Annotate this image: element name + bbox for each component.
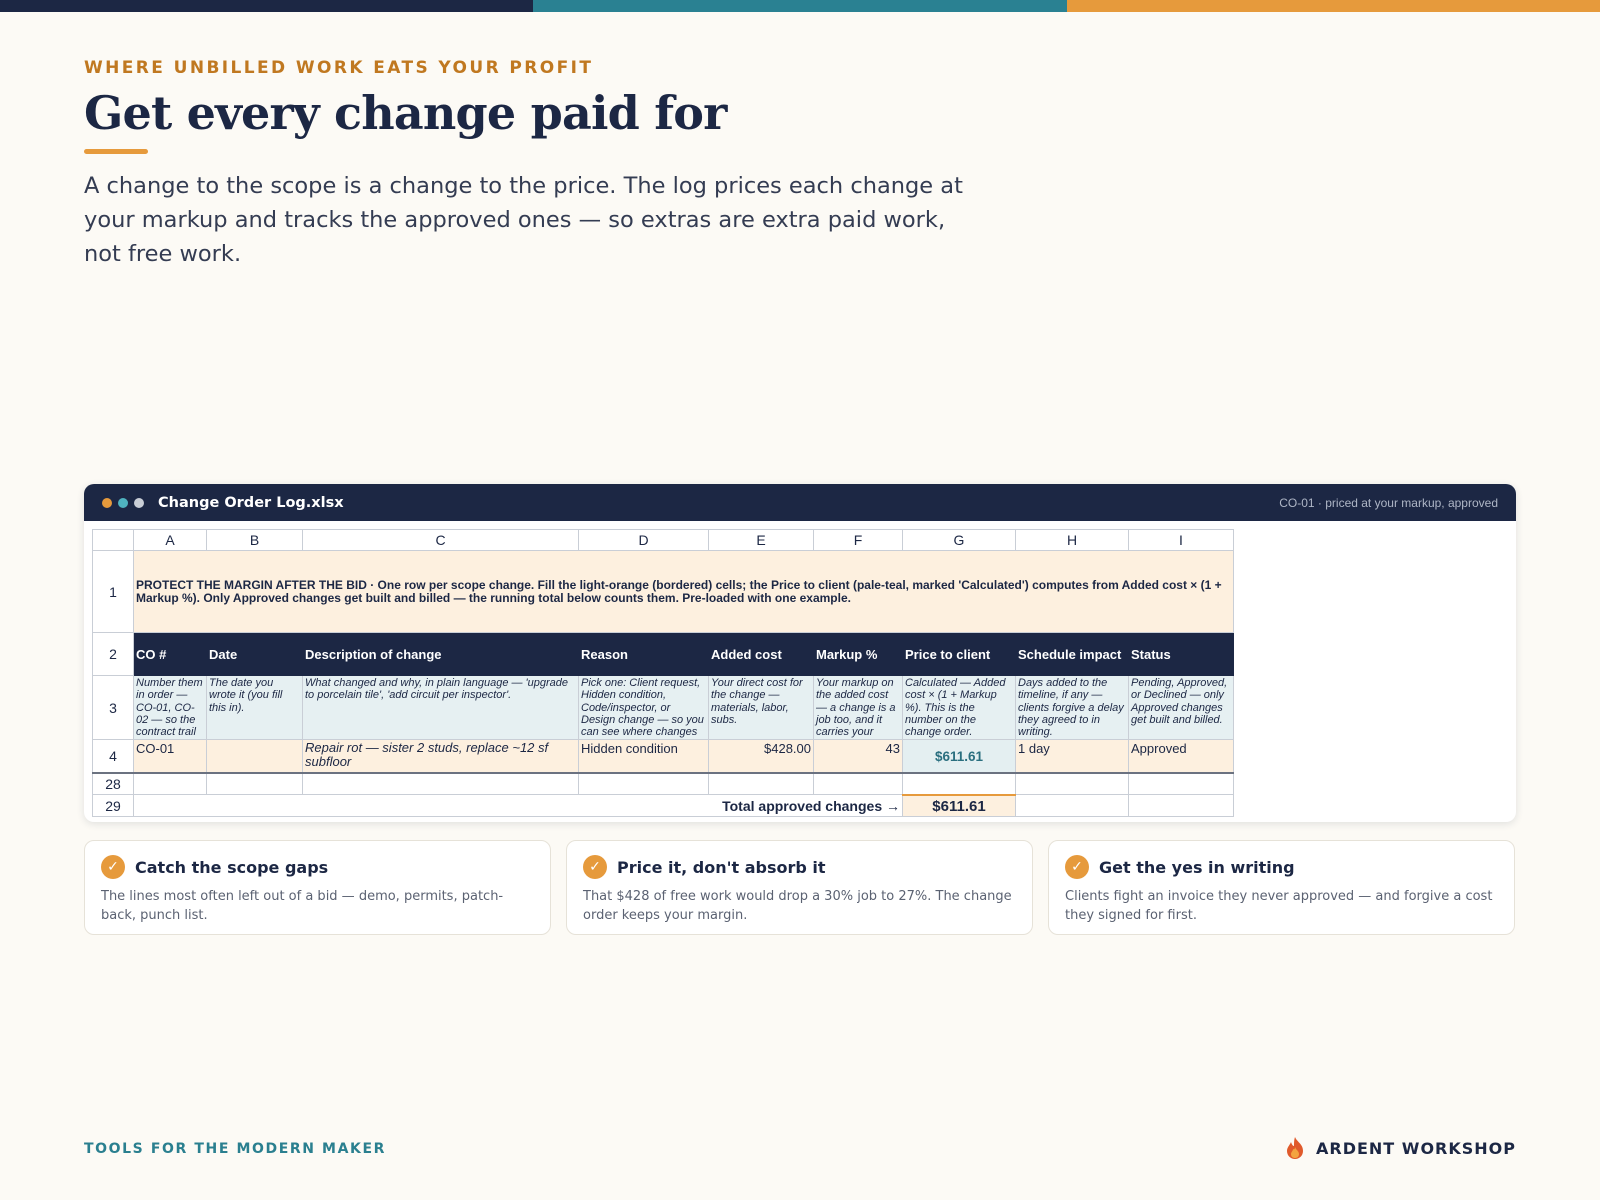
column-header-b[interactable]: B <box>206 529 303 551</box>
flame-logo-icon <box>1287 1137 1303 1159</box>
header-cell-price[interactable]: Price to client <box>902 632 1016 676</box>
header-cell-reason[interactable]: Reason <box>578 632 709 676</box>
header-cell-co-number[interactable]: CO # <box>133 632 207 676</box>
lede-paragraph: A change to the scope is a change to the… <box>84 173 963 267</box>
column-header-c[interactable]: C <box>302 529 579 551</box>
corner-cell[interactable] <box>92 529 134 551</box>
guidance-cell-status[interactable]: Pending, Approved, or Declined — only Ap… <box>1128 674 1234 741</box>
footer-tagline: TOOLS FOR THE MODERN MAKER <box>84 1141 387 1157</box>
cell-markup[interactable]: 43 <box>813 739 903 774</box>
column-header-i[interactable]: I <box>1128 529 1234 551</box>
feature-card-price-it: ✓ Price it, don't absorb it That $428 of… <box>566 840 1033 935</box>
guidance-cell-co-number[interactable]: Number them in order — CO-01, CO-02 — so… <box>133 674 207 741</box>
header-cell-markup[interactable]: Markup % <box>813 632 903 676</box>
guidance-cell-reason[interactable]: Pick one: Client request, Hidden conditi… <box>578 674 709 741</box>
feature-card-scope-gaps: ✓ Catch the scope gaps The lines most of… <box>84 840 551 935</box>
cell-description[interactable]: Repair rot — sister 2 studs, replace ~12… <box>302 739 579 774</box>
sheet-row-2: 2 CO # Date Description of change Reason… <box>92 632 1234 676</box>
guidance-cell-price[interactable]: Calculated — Added cost × (1 + Markup %)… <box>902 674 1016 741</box>
brand-name: ARDENT WORKSHOP <box>1316 1138 1516 1158</box>
sheet-row-28: 28 <box>92 772 1234 796</box>
card-body: Clients fight an invoice they never appr… <box>1065 889 1493 923</box>
empty-cell[interactable] <box>578 772 709 796</box>
change-order-sheet: A B C D E F G H I 1 PROTECT THE MARGIN A… <box>92 529 1234 818</box>
footer-brand: ARDENT WORKSHOP <box>1284 1136 1516 1160</box>
sheet-row-1: 1 PROTECT THE MARGIN AFTER THE BID · One… <box>92 550 1234 633</box>
accent-segment-teal <box>533 0 1067 12</box>
sheet-row-29: 29 Total approved changes → $611.61 <box>92 793 1234 818</box>
checkmark-icon: ✓ <box>583 855 607 879</box>
page-title: Get every change paid for <box>84 86 727 140</box>
title-underline <box>84 149 148 154</box>
header-cell-schedule[interactable]: Schedule impact <box>1015 632 1129 676</box>
row-number[interactable]: 28 <box>92 772 134 796</box>
window-filename: Change Order Log.xlsx <box>158 494 344 511</box>
cell-status[interactable]: Approved <box>1128 739 1234 774</box>
total-approved-value[interactable]: $611.61 <box>902 793 1016 818</box>
window-dot-teal[interactable] <box>118 497 128 508</box>
card-body: That $428 of free work would drop a 30% … <box>583 889 1012 923</box>
cell-price-to-client[interactable]: $611.61 <box>902 739 1016 774</box>
card-title: Get the yes in writing <box>1099 857 1295 877</box>
card-title: Price it, don't absorb it <box>617 857 826 877</box>
window-dot-orange[interactable] <box>102 497 112 508</box>
column-header-d[interactable]: D <box>578 529 709 551</box>
cell-co-number[interactable]: CO-01 <box>133 739 207 774</box>
empty-cell[interactable] <box>133 772 207 796</box>
column-header-e[interactable]: E <box>708 529 814 551</box>
empty-cell[interactable] <box>1015 794 1129 818</box>
sheet-row-4: 4 CO-01 Repair rot — sister 2 studs, rep… <box>92 739 1234 774</box>
empty-cell[interactable] <box>1015 772 1129 796</box>
eyebrow-label: WHERE UNBILLED WORK EATS YOUR PROFIT <box>84 58 594 78</box>
empty-cell[interactable] <box>206 772 303 796</box>
empty-cell[interactable] <box>302 772 579 796</box>
row-number[interactable]: 1 <box>92 550 134 633</box>
guidance-cell-schedule[interactable]: Days added to the timeline, if any — cli… <box>1015 674 1129 741</box>
column-header-f[interactable]: F <box>813 529 903 551</box>
cell-schedule-impact[interactable]: 1 day <box>1015 739 1129 774</box>
guidance-cell-description[interactable]: What changed and why, in plain language … <box>302 674 579 741</box>
accent-segment-orange <box>1066 0 1600 12</box>
empty-cell[interactable] <box>708 772 814 796</box>
empty-cell[interactable] <box>813 772 903 796</box>
top-accent-bar <box>0 0 1600 12</box>
guidance-cell-added-cost[interactable]: Your direct cost for the change — materi… <box>708 674 814 741</box>
spreadsheet-window: Change Order Log.xlsx CO-01 · priced at … <box>84 484 1516 822</box>
checkmark-icon: ✓ <box>1065 855 1089 879</box>
instructions-note-cell[interactable]: PROTECT THE MARGIN AFTER THE BID · One r… <box>133 550 1234 633</box>
card-body: The lines most often left out of a bid —… <box>101 889 504 923</box>
checkmark-icon: ✓ <box>101 855 125 879</box>
row-number[interactable]: 2 <box>92 632 134 676</box>
row-number[interactable]: 4 <box>92 739 134 774</box>
column-header-g[interactable]: G <box>902 529 1016 551</box>
total-approved-label[interactable]: Total approved changes → <box>133 794 903 818</box>
header-cell-status[interactable]: Status <box>1128 632 1234 676</box>
header-cell-added-cost[interactable]: Added cost <box>708 632 814 676</box>
row-number[interactable]: 3 <box>92 674 134 741</box>
window-dot-grey[interactable] <box>134 497 144 508</box>
sheet-row-3: 3 Number them in order — CO-01, CO-02 — … <box>92 674 1234 741</box>
guidance-cell-markup[interactable]: Your markup on the added cost — a change… <box>813 674 903 741</box>
row-number[interactable]: 29 <box>92 794 134 818</box>
empty-cell[interactable] <box>1128 794 1234 818</box>
guidance-cell-date[interactable]: The date you wrote it (you fill this in)… <box>206 674 303 741</box>
column-header-a[interactable]: A <box>133 529 207 551</box>
column-header-h[interactable]: H <box>1015 529 1129 551</box>
column-header-row: A B C D E F G H I <box>92 529 1234 551</box>
window-status: CO-01 · priced at your markup, approved <box>1279 495 1498 510</box>
feature-card-yes-in-writing: ✓ Get the yes in writing Clients fight a… <box>1048 840 1515 935</box>
header-cell-date[interactable]: Date <box>206 632 303 676</box>
card-title: Catch the scope gaps <box>135 857 329 877</box>
window-titlebar: Change Order Log.xlsx CO-01 · priced at … <box>84 484 1516 521</box>
header-cell-description[interactable]: Description of change <box>302 632 579 676</box>
empty-cell[interactable] <box>1128 772 1234 796</box>
accent-segment-navy <box>0 0 534 12</box>
cell-reason[interactable]: Hidden condition <box>578 739 709 774</box>
cell-added-cost[interactable]: $428.00 <box>708 739 814 774</box>
cell-date[interactable] <box>206 739 303 774</box>
empty-cell[interactable] <box>902 772 1016 796</box>
